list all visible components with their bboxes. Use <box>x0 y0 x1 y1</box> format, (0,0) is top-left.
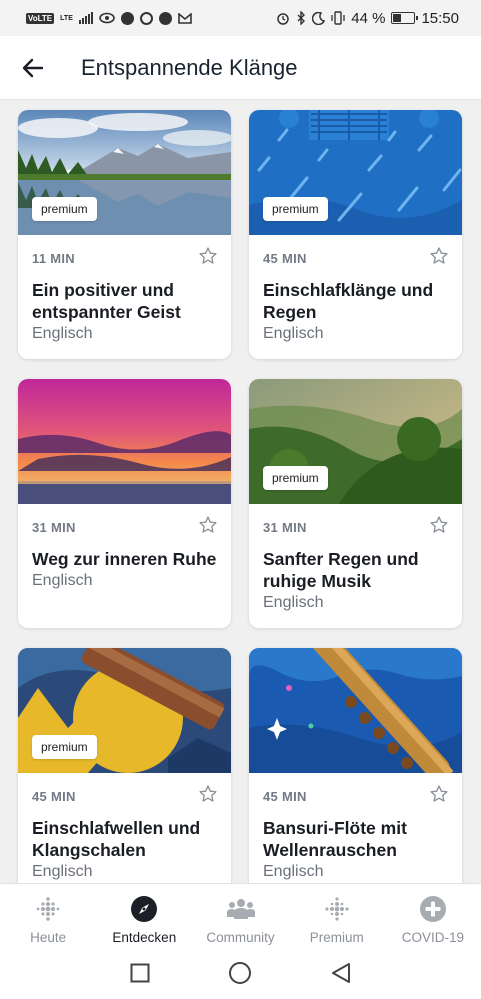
nav-item-community[interactable]: Community <box>192 884 288 946</box>
status-right: 44 % 15:50 <box>276 10 459 27</box>
sound-card[interactable]: premium 31 MIN Sanfter Regen und ruhige … <box>249 379 462 628</box>
favorite-star-icon[interactable] <box>198 246 218 266</box>
page-title: Entspannende Klänge <box>81 54 298 80</box>
status-left: VoLTE LTE <box>26 11 192 25</box>
favorite-star-icon[interactable] <box>429 246 449 266</box>
sound-card[interactable]: 31 MIN Weg zur inneren Ruhe Englisch <box>18 379 231 628</box>
bottom-navigation: Heute Entdecken Community Premium COVID-… <box>0 883 481 946</box>
plus-circle-icon <box>418 894 448 924</box>
card-duration: 45 MIN <box>263 251 307 266</box>
card-language: Englisch <box>263 863 324 880</box>
nav-item-premium[interactable]: Premium <box>289 884 385 946</box>
card-image-green-valley: premium <box>249 379 462 504</box>
nav-item-covid[interactable]: COVID-19 <box>385 884 481 946</box>
fitbit-dots-icon <box>33 894 63 924</box>
card-image-singing-bowl: premium <box>18 648 231 773</box>
volte-indicator: VoLTE <box>26 12 55 24</box>
compass-icon <box>129 894 159 924</box>
gmail-icon <box>178 12 192 24</box>
eye-icon <box>99 12 115 24</box>
status-bar: VoLTE LTE 44 % 15:50 <box>0 0 481 36</box>
nav-label: Entdecken <box>112 930 177 945</box>
card-duration: 11 MIN <box>32 251 75 266</box>
sound-card[interactable]: 45 MIN Bansuri-Flöte mit Wellenrauschen … <box>249 648 462 883</box>
battery-percent: 44 % <box>351 9 386 27</box>
sound-card[interactable]: premium 11 MIN Ein positiver und entspan… <box>18 110 231 359</box>
favorite-star-icon[interactable] <box>429 515 449 535</box>
premium-badge: premium <box>32 735 97 759</box>
line-app-icon <box>158 11 172 25</box>
card-language: Englisch <box>263 325 324 342</box>
card-title: Einschlafwellen und Klangschalen <box>32 818 201 860</box>
card-duration: 31 MIN <box>263 520 307 535</box>
recents-square-icon[interactable] <box>128 961 152 985</box>
card-image-mountain-lake: premium <box>18 110 231 235</box>
premium-dots-icon <box>322 894 352 924</box>
card-body: 31 MIN Weg zur inneren Ruhe Englisch <box>18 504 231 590</box>
card-duration: 45 MIN <box>263 789 307 804</box>
card-language: Englisch <box>32 863 93 880</box>
lte-indicator: LTE <box>60 14 73 22</box>
back-triangle-icon[interactable] <box>329 961 353 985</box>
nav-item-heute[interactable]: Heute <box>0 884 96 946</box>
clock: 15:50 <box>421 9 459 27</box>
back-button[interactable] <box>18 53 48 83</box>
premium-badge: premium <box>263 197 328 221</box>
favorite-star-icon[interactable] <box>198 784 218 804</box>
card-duration: 31 MIN <box>32 520 76 535</box>
home-circle-icon[interactable] <box>228 961 252 985</box>
app-bar: Entspannende Klänge <box>0 36 481 100</box>
spotify-icon <box>120 11 134 25</box>
vibrate-icon <box>331 11 345 25</box>
nav-label: Community <box>206 930 275 945</box>
alarm-icon <box>277 13 289 25</box>
nav-label: Heute <box>30 930 67 945</box>
card-body: 45 MIN Einschlafwellen und Klangschalen … <box>18 773 231 881</box>
card-title: Bansuri-Flöte mit Wellenrauschen <box>263 818 407 860</box>
card-duration: 45 MIN <box>32 789 76 804</box>
card-language: Englisch <box>32 325 93 342</box>
nav-label: COVID-19 <box>401 930 465 945</box>
premium-badge: premium <box>263 466 328 490</box>
sound-card[interactable]: premium 45 MIN Einschlafklänge und Regen… <box>249 110 462 359</box>
card-image-rain-window: premium <box>249 110 462 235</box>
favorite-star-icon[interactable] <box>429 784 449 804</box>
arrow-left-icon <box>22 58 44 77</box>
card-body: 31 MIN Sanfter Regen und ruhige Musik En… <box>249 504 462 612</box>
card-image-sunset-sea <box>18 379 231 504</box>
card-body: 45 MIN Bansuri-Flöte mit Wellenrauschen … <box>249 773 462 881</box>
card-body: 11 MIN Ein positiver und entspannter Gei… <box>18 235 231 343</box>
people-icon <box>226 894 256 924</box>
card-language: Englisch <box>32 572 93 589</box>
favorite-star-icon[interactable] <box>198 515 218 535</box>
card-language: Englisch <box>263 594 324 611</box>
signal-icon <box>78 12 93 24</box>
sound-card[interactable]: premium 45 MIN Einschlafwellen und Klang… <box>18 648 231 883</box>
nav-item-entdecken[interactable]: Entdecken <box>96 884 192 946</box>
card-title: Sanfter Regen und ruhige Musik <box>263 549 419 591</box>
system-navigation-bar <box>0 946 481 999</box>
card-title: Ein positiver und entspannter Geist <box>32 280 181 322</box>
nav-label: Premium <box>309 930 364 945</box>
premium-badge: premium <box>32 197 97 221</box>
sync-icon <box>139 11 153 25</box>
card-image-flute-sea <box>249 648 462 773</box>
bluetooth-icon <box>297 11 306 25</box>
card-body: 45 MIN Einschlafklänge und Regen Englisc… <box>249 235 462 343</box>
battery-icon <box>391 12 419 24</box>
sound-grid: premium 11 MIN Ein positiver und entspan… <box>18 110 463 883</box>
card-title: Weg zur inneren Ruhe <box>32 549 217 569</box>
moon-icon <box>312 11 326 25</box>
content-area[interactable]: premium 11 MIN Ein positiver und entspan… <box>0 100 481 883</box>
card-title: Einschlafklänge und Regen <box>263 280 434 322</box>
